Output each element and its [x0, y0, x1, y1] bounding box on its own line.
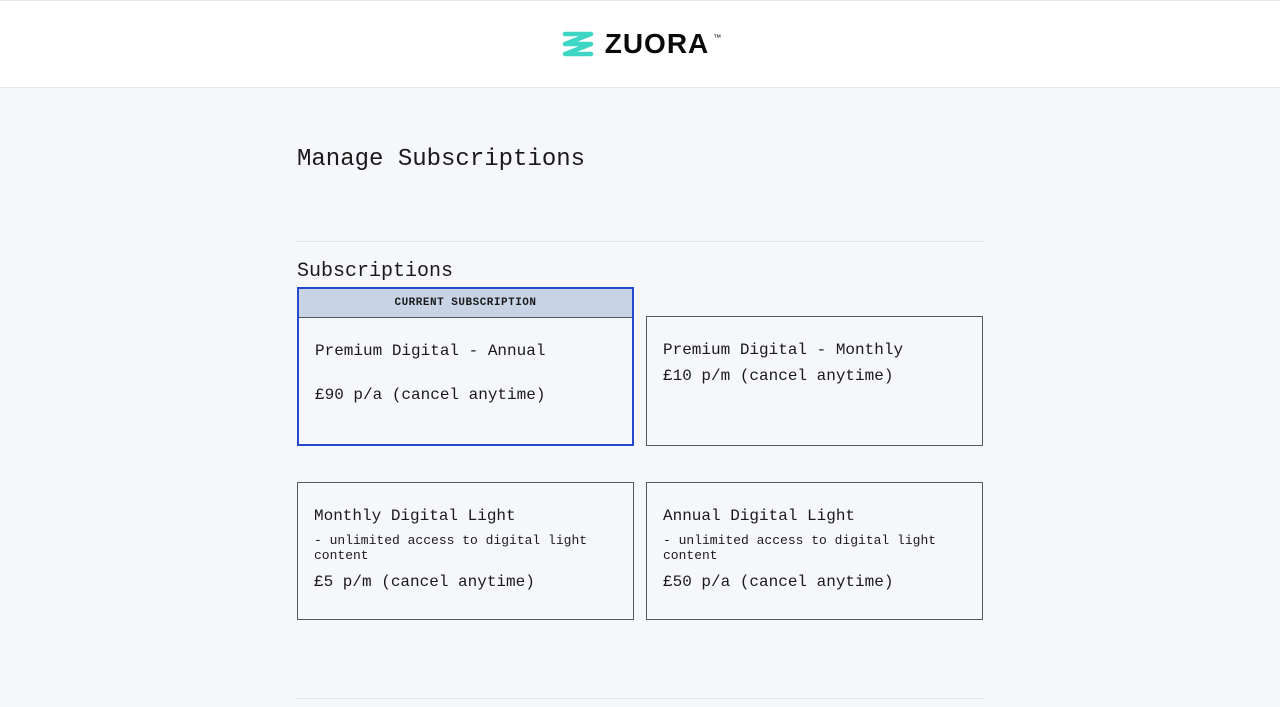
subscription-description: - unlimited access to digital light cont… — [314, 533, 617, 563]
section-title: Subscriptions — [297, 260, 983, 283]
logo-trademark: ™ — [713, 33, 721, 42]
subscription-cards-grid: CURRENT SUBSCRIPTION Premium Digital - A… — [297, 287, 983, 620]
subscription-description: - unlimited access to digital light cont… — [663, 533, 966, 563]
subscription-price: £50 p/a (cancel anytime) — [663, 573, 966, 591]
logo: ZUORA ™ — [559, 27, 722, 61]
header: ZUORA ™ — [0, 0, 1280, 88]
divider — [297, 241, 983, 242]
logo-text: ZUORA — [605, 28, 710, 60]
bottom-divider — [297, 698, 983, 699]
subscription-name: Monthly Digital Light — [314, 507, 617, 525]
subscription-price: £5 p/m (cancel anytime) — [314, 573, 617, 591]
subscription-name: Annual Digital Light — [663, 507, 966, 525]
subscription-price: £90 p/a (cancel anytime) — [315, 386, 616, 404]
current-subscription-banner: CURRENT SUBSCRIPTION — [299, 289, 632, 318]
page-title: Manage Subscriptions — [297, 146, 983, 173]
subscription-name: Premium Digital - Annual — [315, 342, 616, 360]
main-content: Manage Subscriptions Subscriptions CURRE… — [297, 88, 983, 699]
zuora-logo-icon — [559, 27, 597, 61]
card-body: Premium Digital - Annual £90 p/a (cancel… — [299, 318, 632, 444]
subscription-price: £10 p/m (cancel anytime) — [663, 367, 966, 385]
subscription-card-annual-light[interactable]: Annual Digital Light - unlimited access … — [646, 482, 983, 620]
subscription-card-premium-monthly[interactable]: Premium Digital - Monthly £10 p/m (cance… — [646, 316, 983, 446]
subscription-card-premium-annual[interactable]: CURRENT SUBSCRIPTION Premium Digital - A… — [297, 287, 634, 446]
subscription-card-monthly-light[interactable]: Monthly Digital Light - unlimited access… — [297, 482, 634, 620]
subscription-name: Premium Digital - Monthly — [663, 341, 966, 359]
